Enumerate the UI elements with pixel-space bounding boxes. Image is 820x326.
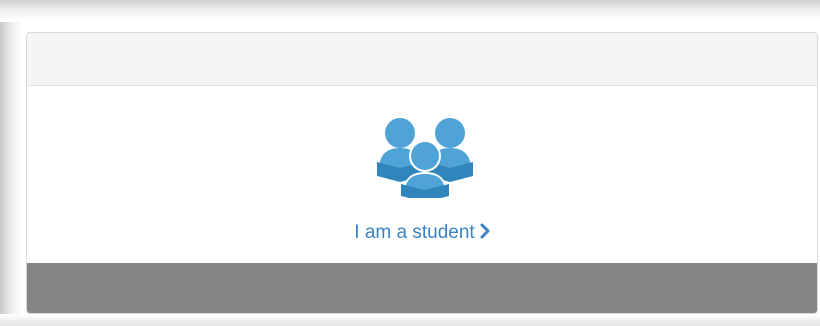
students-icon[interactable] <box>373 116 477 198</box>
role-panel: I am a student <box>26 32 818 314</box>
panel-body: I am a student <box>27 86 817 264</box>
panel-header <box>27 33 817 86</box>
chevron-right-icon <box>480 223 490 245</box>
i-am-student-label: I am a student <box>354 222 475 243</box>
screen-frame-bottom <box>0 314 820 326</box>
screen-frame-top <box>0 0 820 22</box>
i-am-student-link[interactable]: I am a student <box>27 222 817 245</box>
panel-footer <box>27 263 817 313</box>
